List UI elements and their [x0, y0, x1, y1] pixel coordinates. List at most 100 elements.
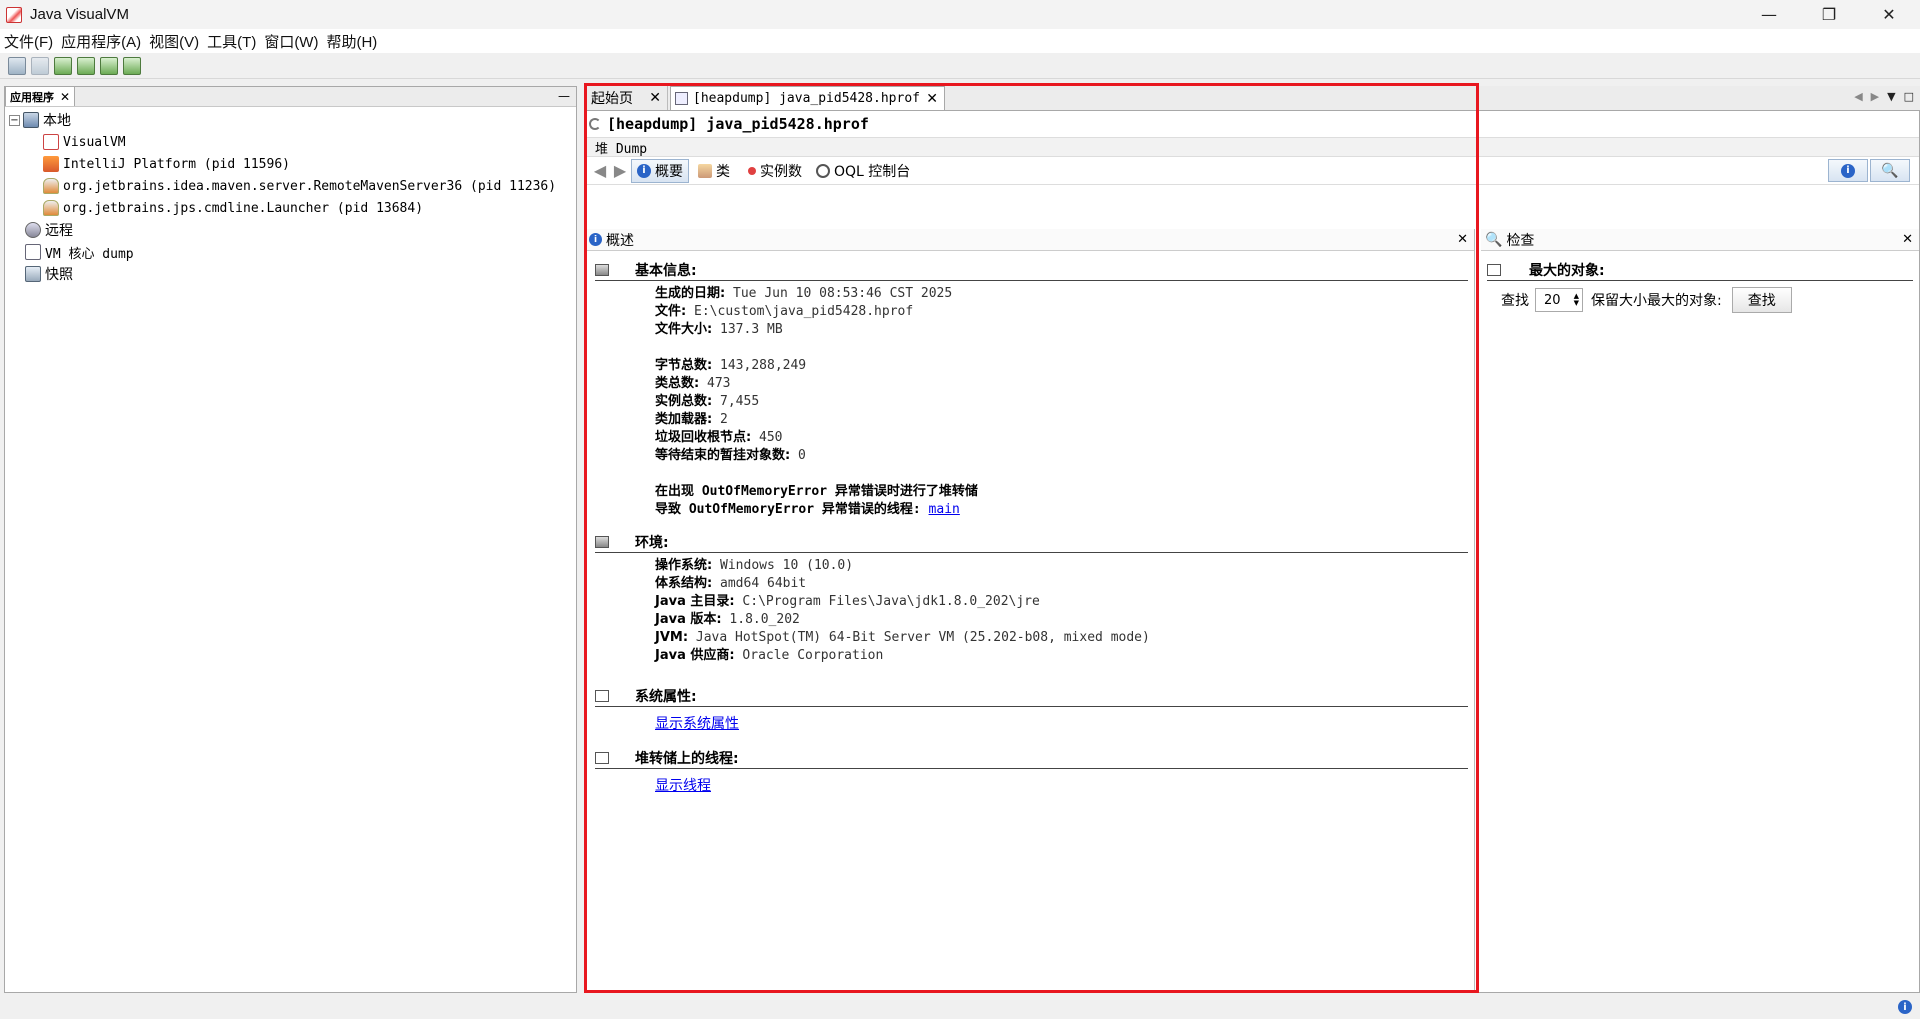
search-icon: 🔍 — [1485, 231, 1503, 248]
close-icon[interactable]: ✕ — [60, 90, 70, 104]
tab-list-icon[interactable]: ▼ — [1887, 90, 1895, 103]
title-bar: Java VisualVM — ❐ ✕ — [0, 0, 1920, 29]
environment-section: 环境: 操作系统: Windows 10 (10.0) 体系结构: amd64 … — [595, 531, 1468, 665]
close-window-button[interactable]: ✕ — [1866, 0, 1912, 29]
inspect-panel: 🔍 检查 ✕ 最大的对象: 查找 20 ▲ ▼ 保留大小最大的对象: 查找 — [1481, 229, 1919, 991]
instances-view-button[interactable]: 实例数 — [739, 159, 807, 183]
scroll-right-icon[interactable]: ▶ — [1871, 90, 1879, 103]
heapdump-icon — [675, 92, 688, 105]
remote-host-icon — [25, 222, 41, 238]
system-properties-section: 系统属性: 显示系统属性 — [595, 685, 1468, 733]
maximize-icon[interactable]: □ — [1904, 90, 1914, 103]
tab-applications[interactable]: 应用程序 ✕ — [5, 86, 76, 106]
document-icon — [595, 689, 609, 702]
oql-console-button[interactable]: OQL 控制台 — [811, 159, 915, 183]
save-icon[interactable] — [31, 56, 49, 75]
inspect-header: 🔍 检查 ✕ — [1481, 229, 1919, 251]
find-row: 查找 20 ▲ ▼ 保留大小最大的对象: 查找 — [1487, 287, 1913, 313]
java-icon — [43, 200, 59, 216]
back-arrow-icon[interactable]: ◀ — [591, 161, 609, 180]
section-title: 堆转储上的线程: — [595, 747, 1468, 769]
tab-start-page[interactable]: 起始页 ✕ — [588, 86, 668, 110]
add-vm-coredump-icon[interactable] — [100, 56, 118, 75]
overview-panel: i 概述 ✕ 基本信息: 生成的日期: Tue Jun 10 08:53:46 … — [585, 229, 1475, 991]
inspect-toggle-button[interactable]: 🔍 — [1870, 159, 1910, 182]
tree-node-visualvm[interactable]: VisualVM — [5, 131, 576, 153]
application-tree: − 本地 VisualVM IntelliJ Platform (pid 115… — [5, 107, 576, 285]
applications-panel: 应用程序 ✕ — − 本地 VisualVM IntelliJ Platform… — [4, 86, 577, 993]
heapdump-view: [heapdump] java_pid5428.hprof 堆 Dump ◀ ▶… — [584, 110, 1920, 993]
menu-view[interactable]: 视图(V) — [149, 31, 199, 52]
window-title: Java VisualVM — [30, 6, 129, 23]
add-jmx-connection-icon[interactable] — [54, 56, 72, 75]
status-bar: i — [0, 995, 1920, 1019]
spinner-arrows-icon[interactable]: ▲ ▼ — [1574, 293, 1579, 307]
forward-arrow-icon[interactable]: ▶ — [611, 161, 629, 180]
computer-icon — [23, 112, 39, 128]
scroll-left-icon[interactable]: ◀ — [1854, 90, 1862, 103]
classes-view-button[interactable]: 类 — [693, 159, 735, 183]
java-icon — [43, 178, 59, 194]
tree-node-local[interactable]: − 本地 — [5, 109, 576, 131]
search-icon: 🔍 — [1881, 162, 1899, 179]
threads-section: 堆转储上的线程: 显示线程 — [595, 747, 1468, 795]
page-title: [heapdump] java_pid5428.hprof — [585, 111, 1919, 137]
maximize-button[interactable]: ❐ — [1806, 0, 1852, 29]
menu-application[interactable]: 应用程序(A) — [61, 31, 141, 52]
oom-notice: 在出现 OutOfMemoryError 异常错误时进行了堆转储 — [655, 484, 978, 499]
menu-window[interactable]: 窗口(W) — [264, 31, 318, 52]
find-button[interactable]: 查找 — [1731, 287, 1792, 313]
info-icon: i — [1841, 163, 1855, 178]
tab-heapdump[interactable]: [heapdump] java_pid5428.hprof ✕ — [670, 86, 945, 110]
collapse-icon[interactable]: − — [9, 114, 20, 126]
main-toolbar — [0, 53, 1920, 79]
inspect-icon — [1487, 263, 1501, 276]
document-tabbar: 起始页 ✕ [heapdump] java_pid5428.hprof ✕ ◀ … — [584, 86, 1920, 110]
show-system-properties-link[interactable]: 显示系统属性 — [655, 716, 739, 732]
overview-header: i 概述 ✕ — [585, 229, 1474, 251]
tree-node-maven-server[interactable]: org.jetbrains.idea.maven.server.RemoteMa… — [5, 175, 576, 197]
oql-icon — [816, 163, 830, 178]
intellij-icon — [43, 156, 59, 172]
tree-node-snapshots[interactable]: 快照 — [5, 263, 576, 285]
tree-node-remote[interactable]: 远程 — [5, 219, 576, 241]
biggest-objects-section: 最大的对象: 查找 20 ▲ ▼ 保留大小最大的对象: 查找 — [1487, 259, 1913, 313]
tree-node-intellij[interactable]: IntelliJ Platform (pid 11596) — [5, 153, 576, 175]
coredump-icon — [25, 244, 41, 260]
minimize-panel-icon[interactable]: — — [558, 89, 570, 103]
menu-file[interactable]: 文件(F) — [4, 31, 53, 52]
minimize-button[interactable]: — — [1746, 0, 1792, 29]
section-title: 环境: — [595, 531, 1468, 553]
info-icon: i — [637, 163, 651, 178]
class-icon — [698, 163, 712, 178]
basic-info-section: 基本信息: 生成的日期: Tue Jun 10 08:53:46 CST 202… — [595, 259, 1468, 519]
add-snapshot-icon[interactable] — [123, 56, 141, 75]
close-icon[interactable]: ✕ — [926, 91, 938, 107]
app-icon — [6, 6, 22, 23]
oom-thread-link[interactable]: main — [929, 502, 960, 517]
info-toggle-button[interactable]: i — [1828, 159, 1868, 182]
close-icon[interactable]: ✕ — [649, 90, 661, 106]
tree-node-vm-coredump[interactable]: VM 核心 dump — [5, 241, 576, 263]
visualvm-icon — [43, 134, 59, 150]
close-icon[interactable]: ✕ — [1902, 232, 1913, 247]
load-snapshot-icon[interactable] — [8, 56, 26, 75]
section-title: 基本信息: — [595, 259, 1468, 281]
show-threads-link[interactable]: 显示线程 — [655, 778, 711, 794]
threads-icon — [595, 751, 609, 764]
summary-view-button[interactable]: i 概要 — [631, 158, 689, 183]
database-icon — [595, 263, 609, 276]
tree-node-jps-launcher[interactable]: org.jetbrains.jps.cmdline.Launcher (pid … — [5, 197, 576, 219]
object-count-spinner[interactable]: 20 ▲ ▼ — [1535, 288, 1583, 312]
add-remote-host-icon[interactable] — [77, 56, 95, 75]
menu-tools[interactable]: 工具(T) — [207, 31, 256, 52]
menu-help[interactable]: 帮助(H) — [326, 31, 377, 52]
environment-list: 操作系统: Windows 10 (10.0) 体系结构: amd64 64bi… — [655, 558, 1150, 663]
snapshot-icon — [25, 266, 41, 282]
section-title: 最大的对象: — [1487, 259, 1913, 281]
close-icon[interactable]: ✕ — [1457, 232, 1468, 247]
section-title: 系统属性: — [595, 685, 1468, 707]
computer-icon — [595, 535, 609, 548]
notification-icon[interactable]: i — [1898, 1000, 1912, 1014]
tab-applications-label: 应用程序 — [10, 90, 54, 104]
